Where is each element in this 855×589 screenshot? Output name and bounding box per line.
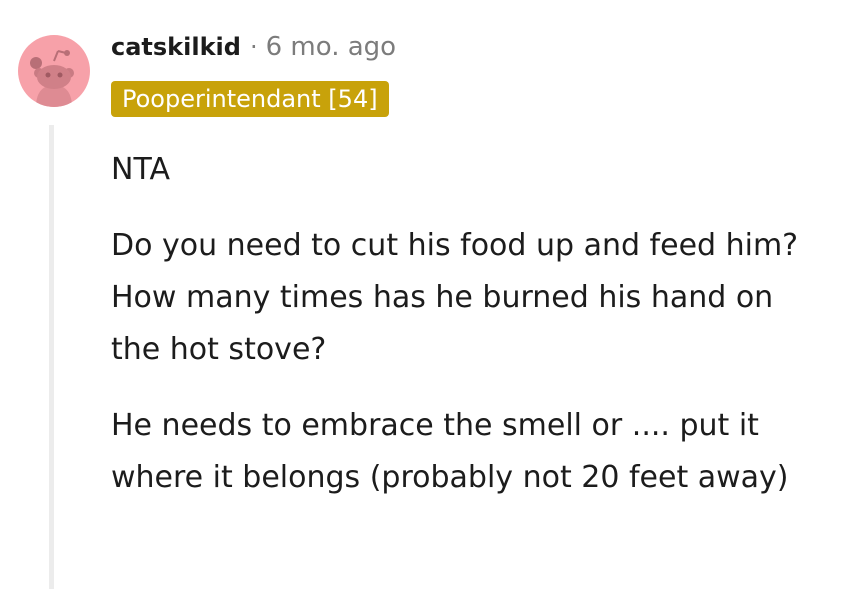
comment-paragraph: He needs to embrace the smell or .... pu… — [111, 408, 789, 495]
comment-timestamp[interactable]: 6 mo. ago — [266, 32, 396, 62]
snoo-avatar-icon — [18, 35, 90, 107]
comment-paragraph: NTA — [111, 152, 170, 187]
meta-separator: · — [249, 33, 258, 61]
comment-header: catskilkid · 6 mo. ago — [111, 30, 396, 64]
comment-body: NTA Do you need to cut his food up and f… — [111, 144, 811, 528]
username-link[interactable]: catskilkid — [111, 33, 241, 61]
user-flair-badge: Pooperintendant [54] — [111, 81, 389, 117]
thread-collapse-line[interactable] — [49, 125, 54, 589]
comment: catskilkid · 6 mo. ago Pooperintendant [… — [0, 0, 855, 589]
comment-paragraph: Do you need to cut his food up and feed … — [111, 228, 799, 367]
user-avatar-icon[interactable] — [18, 35, 90, 107]
